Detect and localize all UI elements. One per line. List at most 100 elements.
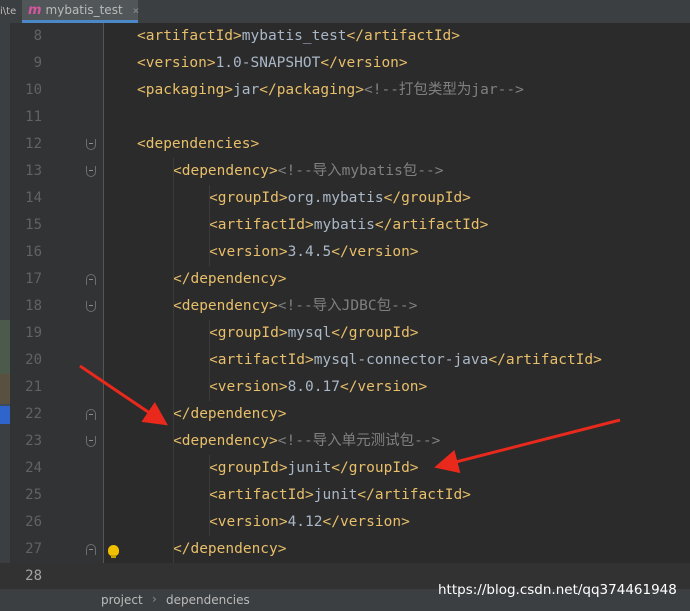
xml-tag: <version> bbox=[209, 514, 288, 530]
xml-tag: <groupId> bbox=[209, 190, 288, 206]
xml-value: mysql bbox=[287, 325, 332, 341]
fold-expand-icon[interactable] bbox=[86, 166, 96, 177]
code-text: <groupId>junit</groupId> bbox=[209, 455, 419, 482]
code-line[interactable]: 27 </dependency> bbox=[0, 536, 690, 563]
line-number: 12 bbox=[25, 136, 42, 152]
xml-tag: <artifactId> bbox=[209, 217, 314, 233]
code-line[interactable]: 22 </dependency> bbox=[0, 401, 690, 428]
fold-collapse-icon[interactable] bbox=[86, 544, 96, 555]
watermark: https://blog.csdn.net/qq374461948 bbox=[438, 582, 677, 598]
xml-tag: <dependencies> bbox=[137, 136, 260, 152]
fold-collapse-icon[interactable] bbox=[86, 274, 96, 285]
tab-mybatis-test[interactable]: m mybatis_test × bbox=[22, 0, 140, 23]
xml-tag: </version> bbox=[331, 244, 419, 260]
xml-value: mysql-connector-java bbox=[313, 352, 489, 368]
xml-comment: <!--导入JDBC包--> bbox=[277, 298, 418, 314]
code-line[interactable]: 20 <artifactId>mysql-connector-java</arti… bbox=[0, 347, 690, 374]
xml-value: 3.4.5 bbox=[287, 244, 332, 260]
line-number: 11 bbox=[25, 109, 42, 125]
line-number: 14 bbox=[25, 190, 42, 206]
line-number: 21 bbox=[25, 379, 42, 395]
xml-tag: <groupId> bbox=[209, 460, 288, 476]
line-number: 23 bbox=[25, 433, 42, 449]
line-number: 10 bbox=[25, 82, 42, 98]
fold-expand-icon[interactable] bbox=[86, 301, 96, 312]
line-number: 20 bbox=[25, 352, 42, 368]
close-icon[interactable]: × bbox=[133, 4, 140, 17]
code-line[interactable]: 9 <version>1.0-SNAPSHOT</version> bbox=[0, 50, 690, 77]
breadcrumb-dependencies[interactable]: dependencies bbox=[166, 593, 250, 607]
xml-tag: <groupId> bbox=[209, 325, 288, 341]
code-line[interactable]: 24 <groupId>junit</groupId> bbox=[0, 455, 690, 482]
code-text: <packaging>jar</packaging><!--打包类型为jar--… bbox=[137, 77, 524, 104]
line-number: 28 bbox=[25, 568, 42, 584]
code-text: <groupId>org.mybatis</groupId> bbox=[209, 185, 471, 212]
line-number: 16 bbox=[25, 244, 42, 260]
xml-tag: </dependency> bbox=[173, 406, 287, 422]
xml-value: 8.0.17 bbox=[287, 379, 340, 395]
xml-value: mybatis_test bbox=[241, 28, 347, 44]
maven-module-icon: m bbox=[28, 2, 42, 18]
line-number: 24 bbox=[25, 460, 42, 476]
line-number: 15 bbox=[25, 217, 42, 233]
code-line[interactable]: 21 <version>8.0.17</version> bbox=[0, 374, 690, 401]
indent-guide bbox=[209, 185, 210, 266]
code-text: <version>1.0-SNAPSHOT</version> bbox=[137, 50, 408, 77]
xml-tag: <dependency> bbox=[173, 298, 278, 314]
xml-tag: <version> bbox=[137, 55, 216, 71]
xml-tag: </version> bbox=[322, 514, 410, 530]
code-line[interactable]: 8 <artifactId>mybatis_test</artifactId> bbox=[0, 23, 690, 50]
line-number: 13 bbox=[25, 163, 42, 179]
code-text: <artifactId>junit</artifactId> bbox=[209, 482, 471, 509]
lightbulb-icon[interactable] bbox=[108, 545, 119, 558]
xml-tag: </groupId> bbox=[331, 460, 419, 476]
xml-tag: <packaging> bbox=[137, 82, 234, 98]
code-line[interactable]: 19 <groupId>mysql</groupId> bbox=[0, 320, 690, 347]
fold-collapse-icon[interactable] bbox=[86, 409, 96, 420]
left-panel-peek: i\te bbox=[0, 0, 22, 23]
code-text: <dependency><!--导入mybatis包--> bbox=[173, 158, 443, 185]
line-number: 22 bbox=[25, 406, 42, 422]
code-text: <groupId>mysql</groupId> bbox=[209, 320, 419, 347]
xml-tag: </artifactId> bbox=[357, 487, 471, 503]
xml-value: mybatis bbox=[313, 217, 375, 233]
code-line[interactable]: 10 <packaging>jar</packaging><!--打包类型为jar… bbox=[0, 77, 690, 104]
xml-tag: <artifactId> bbox=[209, 487, 314, 503]
code-line[interactable]: 11 bbox=[0, 104, 690, 131]
indent-guide bbox=[209, 320, 210, 401]
code-line[interactable]: 18 <dependency><!--导入JDBC包--> bbox=[0, 293, 690, 320]
xml-tag: <version> bbox=[209, 379, 288, 395]
xml-tag: </artifactId> bbox=[346, 28, 461, 44]
xml-tag: </version> bbox=[339, 379, 428, 395]
code-line[interactable]: 14 <groupId>org.mybatis</groupId> bbox=[0, 185, 690, 212]
code-line[interactable]: 13 <dependency><!--导入mybatis包--> bbox=[0, 158, 690, 185]
xml-comment: <!--打包类型为jar--> bbox=[364, 82, 524, 98]
code-line[interactable]: 16 <version>3.4.5</version> bbox=[0, 239, 690, 266]
xml-tag: </artifactId> bbox=[374, 217, 489, 233]
code-line[interactable]: 15 <artifactId>mybatis</artifactId> bbox=[0, 212, 690, 239]
code-text: <artifactId>mysql-connector-java</artifa… bbox=[209, 347, 602, 374]
fold-expand-icon[interactable] bbox=[86, 436, 96, 447]
code-text: </dependency> bbox=[173, 536, 287, 563]
xml-tag: <dependency> bbox=[173, 163, 278, 179]
xml-tag: </packaging> bbox=[259, 82, 364, 98]
code-line[interactable]: 25 <artifactId>junit</artifactId> bbox=[0, 482, 690, 509]
tab-label: mybatis_test bbox=[45, 3, 123, 17]
code-line[interactable]: 17 </dependency> bbox=[0, 266, 690, 293]
line-number: 9 bbox=[33, 55, 42, 71]
xml-value: junit bbox=[313, 487, 358, 503]
code-line[interactable]: 23 <dependency><!--导入单元测试包--> bbox=[0, 428, 690, 455]
code-line[interactable]: 26 <version>4.12</version> bbox=[0, 509, 690, 536]
code-line[interactable]: 12 <dependencies> bbox=[0, 131, 690, 158]
editor-tab-bar: i\te m mybatis_test × bbox=[0, 0, 690, 24]
fold-expand-icon[interactable] bbox=[86, 139, 96, 150]
xml-tag: </dependency> bbox=[173, 541, 287, 557]
xml-value: 4.12 bbox=[287, 514, 323, 530]
xml-value: 1.0-SNAPSHOT bbox=[215, 55, 321, 71]
breadcrumb-project[interactable]: project bbox=[101, 593, 143, 607]
code-text: </dependency> bbox=[173, 401, 287, 428]
xml-value: jar bbox=[233, 82, 260, 98]
line-number: 27 bbox=[25, 541, 42, 557]
code-text: </dependency> bbox=[173, 266, 287, 293]
code-text: <version>3.4.5</version> bbox=[209, 239, 419, 266]
